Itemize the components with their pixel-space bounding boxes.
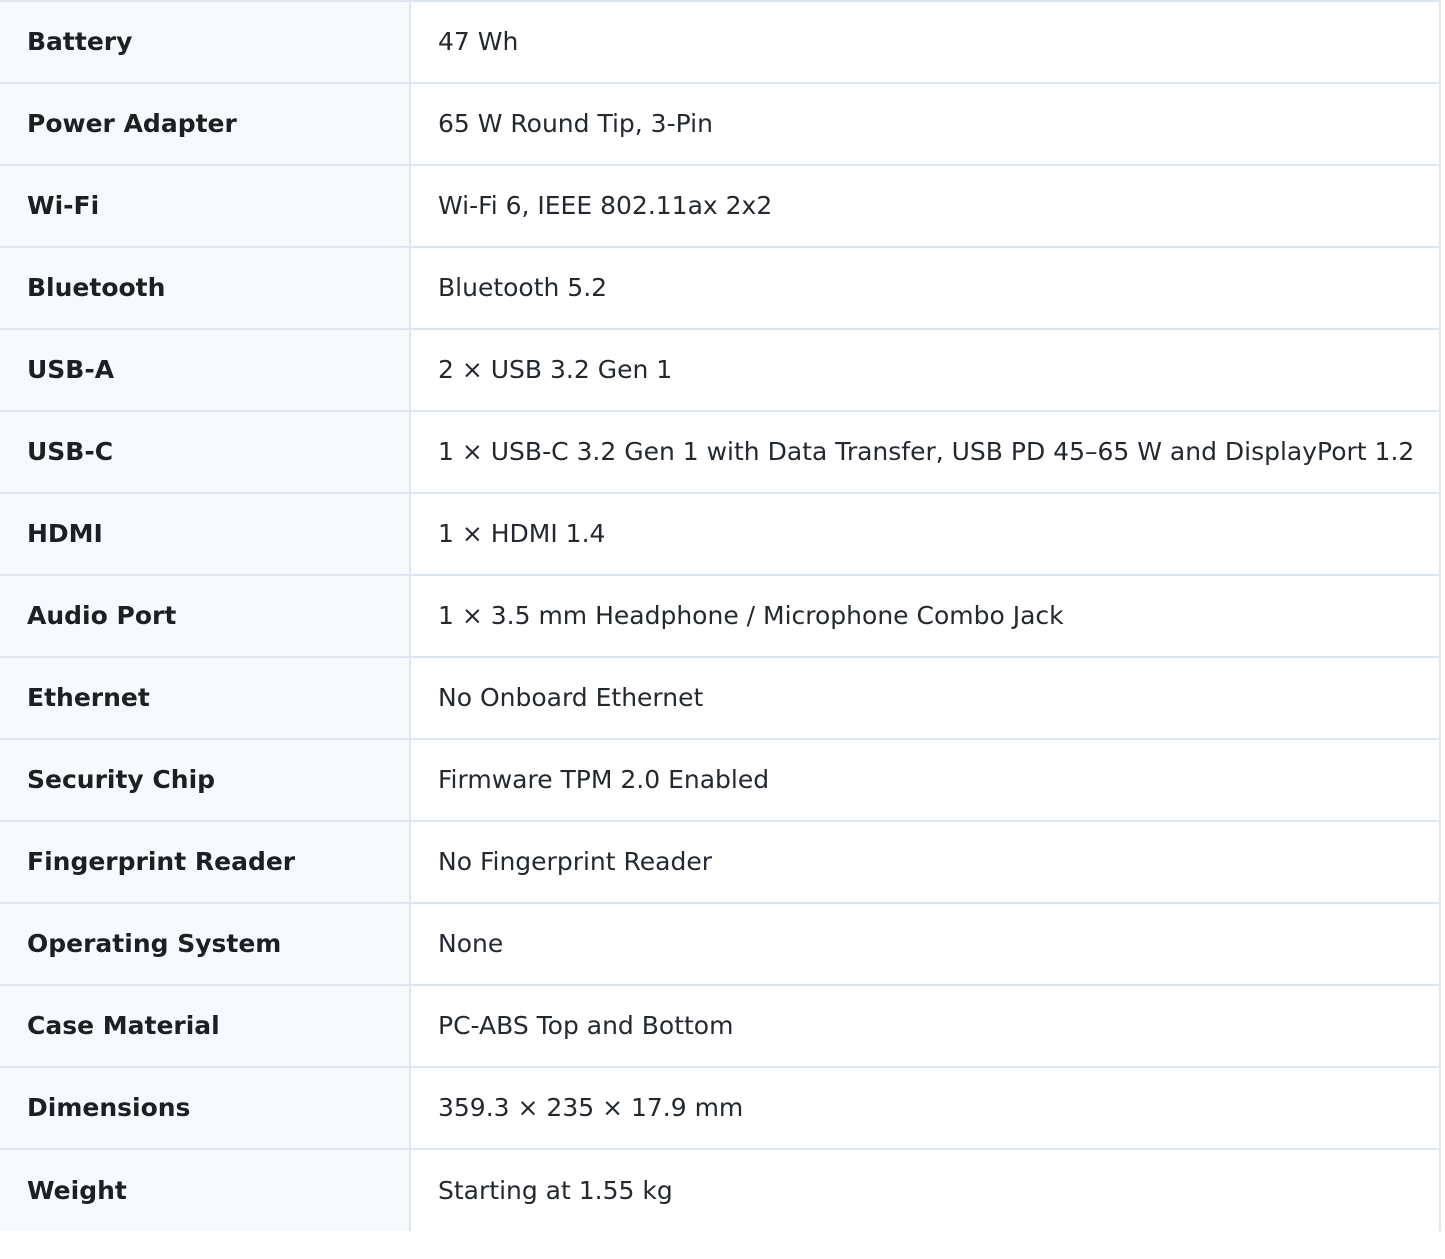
- spec-value: Firmware TPM 2.0 Enabled: [410, 738, 1441, 821]
- spec-value: 359.3 × 235 × 17.9 mm: [410, 1066, 1441, 1149]
- spec-label: Weight: [0, 1148, 411, 1231]
- spec-label: USB-C: [0, 410, 411, 493]
- spec-value: 1 × USB-C 3.2 Gen 1 with Data Transfer, …: [410, 410, 1441, 493]
- table-row: Audio Port 1 × 3.5 mm Headphone / Microp…: [0, 574, 1441, 657]
- spec-value: None: [410, 902, 1441, 985]
- table-row: Operating System None: [0, 902, 1441, 985]
- table-row: Security Chip Firmware TPM 2.0 Enabled: [0, 738, 1441, 821]
- spec-value: Starting at 1.55 kg: [410, 1148, 1441, 1231]
- spec-value: 1 × 3.5 mm Headphone / Microphone Combo …: [410, 574, 1441, 657]
- spec-value: No Onboard Ethernet: [410, 656, 1441, 739]
- spec-value: 1 × HDMI 1.4: [410, 492, 1441, 575]
- spec-value: No Fingerprint Reader: [410, 820, 1441, 903]
- table-row: Fingerprint Reader No Fingerprint Reader: [0, 820, 1441, 903]
- spec-label: Case Material: [0, 984, 411, 1067]
- spec-label: Security Chip: [0, 738, 411, 821]
- spec-label: Wi-Fi: [0, 164, 411, 247]
- table-row: HDMI 1 × HDMI 1.4: [0, 492, 1441, 575]
- spec-label: Bluetooth: [0, 246, 411, 329]
- table-row: USB-C 1 × USB-C 3.2 Gen 1 with Data Tran…: [0, 410, 1441, 493]
- table-row: Battery 47 Wh: [0, 0, 1441, 83]
- spec-value: Wi-Fi 6, IEEE 802.11ax 2x2: [410, 164, 1441, 247]
- table-row: USB-A 2 × USB 3.2 Gen 1: [0, 328, 1441, 411]
- spec-value: 2 × USB 3.2 Gen 1: [410, 328, 1441, 411]
- table-row: Weight Starting at 1.55 kg: [0, 1148, 1441, 1231]
- spec-label: Operating System: [0, 902, 411, 985]
- table-row: Wi-Fi Wi-Fi 6, IEEE 802.11ax 2x2: [0, 164, 1441, 247]
- spec-label: Dimensions: [0, 1066, 411, 1149]
- spec-value: Bluetooth 5.2: [410, 246, 1441, 329]
- spec-label: HDMI: [0, 492, 411, 575]
- spec-label: Audio Port: [0, 574, 411, 657]
- spec-table-body: Battery 47 Wh Power Adapter 65 W Round T…: [0, 0, 1441, 1231]
- spec-value: 47 Wh: [410, 0, 1441, 83]
- spec-value: PC-ABS Top and Bottom: [410, 984, 1441, 1067]
- spec-label: Battery: [0, 0, 411, 83]
- table-row: Dimensions 359.3 × 235 × 17.9 mm: [0, 1066, 1441, 1149]
- table-row: Power Adapter 65 W Round Tip, 3-Pin: [0, 82, 1441, 165]
- spec-value: 65 W Round Tip, 3-Pin: [410, 82, 1441, 165]
- table-row: Case Material PC-ABS Top and Bottom: [0, 984, 1441, 1067]
- spec-table: Battery 47 Wh Power Adapter 65 W Round T…: [0, 0, 1441, 1231]
- spec-label: Power Adapter: [0, 82, 411, 165]
- spec-label: Fingerprint Reader: [0, 820, 411, 903]
- table-row: Ethernet No Onboard Ethernet: [0, 656, 1441, 739]
- spec-label: USB-A: [0, 328, 411, 411]
- table-row: Bluetooth Bluetooth 5.2: [0, 246, 1441, 329]
- spec-label: Ethernet: [0, 656, 411, 739]
